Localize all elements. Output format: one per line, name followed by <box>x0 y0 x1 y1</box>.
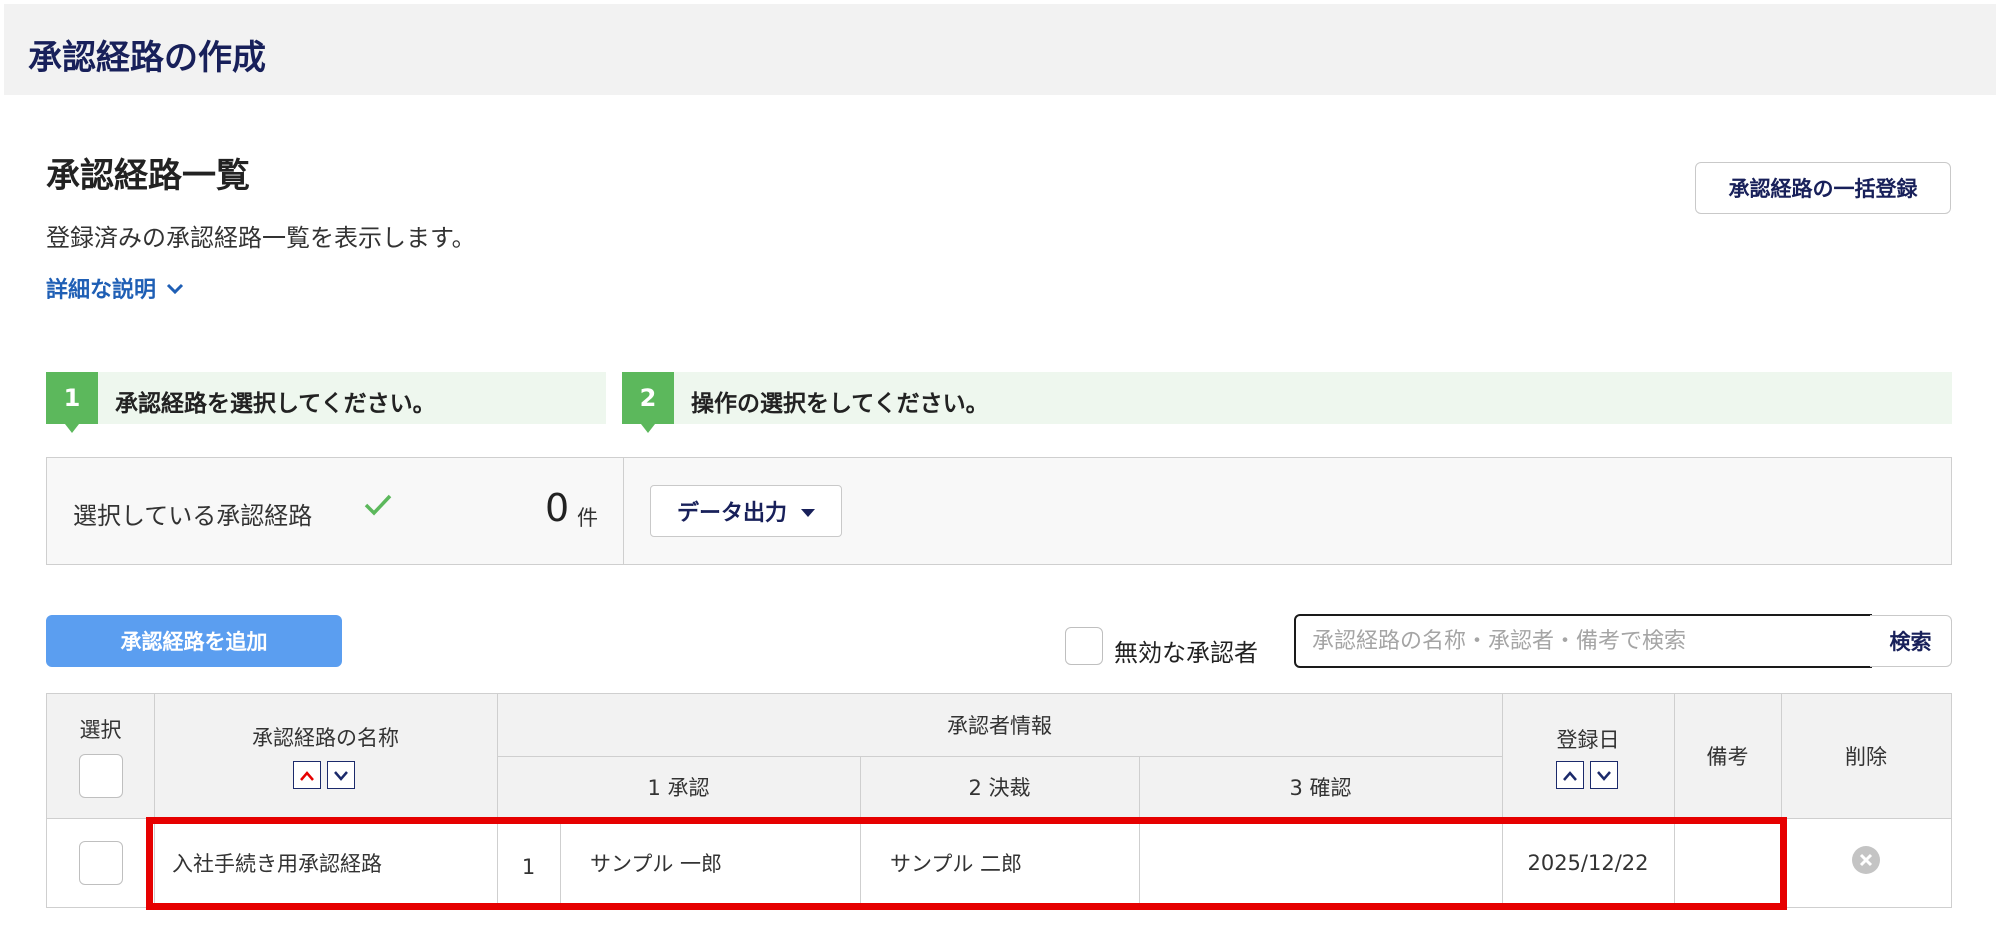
search-input[interactable] <box>1294 614 1872 668</box>
col-divider <box>1139 756 1140 907</box>
sort-date-desc-button[interactable] <box>1590 761 1618 789</box>
col-divider <box>1781 694 1782 907</box>
search-button[interactable]: 検索 <box>1870 615 1952 667</box>
header-step-1: 1 承認 <box>647 776 710 800</box>
selected-routes-label: 選択している承認経路 <box>73 502 313 530</box>
approver-3 <box>1139 818 1502 907</box>
header-date: 登録日 <box>1502 694 1674 818</box>
chevron-down-icon <box>166 276 184 301</box>
header-select: 選択 <box>47 694 154 818</box>
details-toggle-link[interactable]: 詳細な説明 <box>46 272 184 304</box>
header-name-label: 承認経路の名称 <box>252 726 399 750</box>
sort-name-asc-button[interactable] <box>293 761 321 789</box>
approver-2: サンプル 二郎 <box>890 851 1023 876</box>
page-title: 承認経路の作成 <box>28 38 266 78</box>
header-delete: 削除 <box>1845 745 1887 769</box>
header-mid-border <box>497 756 1502 757</box>
chevron-up-icon <box>1562 766 1578 785</box>
inactive-approver-label: 無効な承認者 <box>1114 639 1258 667</box>
selected-count-unit: 件 <box>577 506 598 530</box>
route-name[interactable]: 入社手続き用承認経路 <box>154 818 497 907</box>
step-1-text: 承認経路を選択してください。 <box>115 391 436 417</box>
col-divider <box>154 694 155 907</box>
col-divider <box>497 694 498 907</box>
section-title: 承認経路一覧 <box>46 156 250 196</box>
step-2-number: 2 <box>622 372 674 433</box>
section-description: 登録済みの承認経路一覧を表示します。 <box>46 224 476 252</box>
routes-table: 選択 承認経路の名称 承認者情報 1 承認 2 決裁 3 確認 登録日 備考 削… <box>46 693 1952 908</box>
step-1-number: 1 <box>46 372 98 433</box>
header-date-label: 登録日 <box>1556 728 1620 752</box>
operations-panel: 選択している承認経路 0 件 データ出力 <box>46 457 1952 565</box>
chevron-down-icon <box>333 766 349 785</box>
bulk-register-button[interactable]: 承認経路の一括登録 <box>1695 162 1951 214</box>
inactive-approver-checkbox[interactable] <box>1065 627 1103 665</box>
header-name: 承認経路の名称 <box>154 694 497 818</box>
delete-cell <box>1781 818 1951 907</box>
check-icon <box>363 492 393 522</box>
sort-date-asc-button[interactable] <box>1556 761 1584 789</box>
panel-divider <box>623 458 624 564</box>
data-export-label: データ出力 <box>676 501 787 526</box>
data-export-dropdown[interactable]: データ出力 <box>650 485 842 537</box>
chevron-down-icon <box>1596 766 1612 785</box>
col-divider <box>1674 694 1675 907</box>
sort-name-desc-button[interactable] <box>327 761 355 789</box>
step-2-text: 操作の選択をしてください。 <box>691 391 989 417</box>
header-select-label: 選択 <box>79 718 122 742</box>
col-divider <box>1502 694 1503 907</box>
delete-circle-x-icon[interactable] <box>1851 845 1881 880</box>
approver-1: サンプル 一郎 <box>590 851 723 876</box>
header-approver-info: 承認者情報 <box>947 714 1052 738</box>
row-select-cell <box>47 818 154 907</box>
header-note: 備考 <box>1706 745 1749 769</box>
col-divider <box>560 818 561 907</box>
header-step-2: 2 決裁 <box>968 776 1031 800</box>
caret-down-icon <box>801 499 815 524</box>
header-bottom-border <box>47 818 1951 819</box>
details-link-label: 詳細な説明 <box>46 278 157 303</box>
add-route-button[interactable]: 承認経路を追加 <box>46 615 342 667</box>
row-select-checkbox[interactable] <box>78 840 123 885</box>
registration-date: 2025/12/22 <box>1527 850 1649 875</box>
col-divider <box>860 756 861 907</box>
header-step-3: 3 確認 <box>1289 776 1352 800</box>
route-note <box>1674 818 1781 907</box>
page-header: 承認経路の作成 <box>4 4 1996 95</box>
route-step-index: 1 <box>521 854 536 879</box>
select-all-checkbox[interactable] <box>78 754 123 798</box>
selected-count: 0 <box>545 486 570 530</box>
chevron-up-icon <box>299 766 315 785</box>
